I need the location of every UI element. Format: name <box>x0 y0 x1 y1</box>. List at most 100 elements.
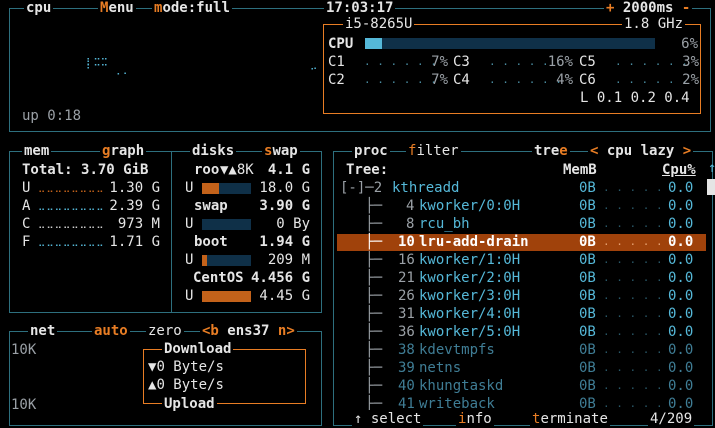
graph-toggle[interactable]: graph <box>100 142 147 160</box>
process-pid: 16 <box>398 252 415 268</box>
process-name: kworker/1:0H <box>419 252 521 268</box>
core-label: C5 <box>579 54 596 70</box>
process-cpu: 0.0 <box>668 270 694 286</box>
process-cpu: 0.0 <box>668 306 694 322</box>
process-mem: 0B <box>579 216 596 232</box>
download-rate: ▼0 Byte/s <box>148 359 224 375</box>
cpu-mini-graph-right: ⢀ ⠁ <box>310 59 318 79</box>
process-cpu-graph: . . . . . <box>603 253 663 266</box>
process-name: khungtaskd <box>419 378 504 394</box>
upload-label: Upload <box>162 395 217 413</box>
mem-meter: ⣀⣀⣀⣀⣀⣀⣀⣀ <box>38 200 105 211</box>
mem-row-key: A <box>22 198 31 214</box>
terminate-button[interactable]: terminate <box>530 410 610 428</box>
process-pid: 36 <box>398 324 415 340</box>
process-cpu-graph: . . . . . <box>603 379 663 392</box>
process-mem: 0B <box>579 360 596 376</box>
mode-selector[interactable]: mode:full <box>152 0 232 17</box>
net-auto-toggle[interactable]: auto <box>92 322 130 340</box>
process-cpu: 0.0 <box>668 234 694 250</box>
core-pct: 3% <box>682 54 699 70</box>
filter-button[interactable]: filter <box>406 142 461 160</box>
disks-title: disks <box>190 142 237 160</box>
disk-used-value: 209 M <box>267 252 310 268</box>
process-cpu-graph: . . . . . <box>603 235 663 248</box>
core-label: C4 <box>453 72 470 88</box>
mem-row-key: U <box>22 180 31 196</box>
col-mem-header[interactable]: MemB <box>563 161 597 179</box>
process-cpu: 0.0 <box>668 342 694 358</box>
mem-row-value: 1.30 G <box>109 180 160 196</box>
cpu-total-pct: 6% <box>681 36 698 52</box>
process-cpu: 0.0 <box>668 324 694 340</box>
select-hint[interactable]: ↑ select <box>352 410 424 428</box>
disk-used-bar <box>202 183 251 194</box>
process-mem: 0B <box>579 270 596 286</box>
process-pid: 8 <box>406 216 415 232</box>
download-label: Download <box>162 340 234 358</box>
proc-title: proc <box>352 142 390 160</box>
col-tree-header[interactable]: Tree: <box>346 161 388 179</box>
tree-branch: ├─ <box>340 234 383 250</box>
tree-branch: ├─ <box>340 342 383 358</box>
disk-total: 4.456 G <box>250 270 310 286</box>
process-name: rcu_bh <box>419 216 470 232</box>
info-button[interactable]: info <box>456 410 494 428</box>
process-mem: 0B <box>579 378 596 394</box>
disk-total: 1.94 G <box>259 234 310 250</box>
core-pct: 16% <box>547 54 573 70</box>
tree-branch: ├─ <box>340 306 383 322</box>
scroll-up-icon[interactable]: ↑ <box>708 159 715 177</box>
cpu-mini-graph: ⡆⠒⠒ ⠃⠉⠉ ⢀ ⠁ <box>86 55 128 84</box>
tree-branch: ├─ <box>340 360 383 376</box>
swap-toggle[interactable]: swap <box>262 142 300 160</box>
cpu-total-label: CPU <box>328 36 354 52</box>
net-interface-selector[interactable]: <b ens37 n> <box>200 322 297 340</box>
scrollbar-thumb[interactable] <box>707 179 715 195</box>
cpu-total-bar <box>365 38 655 49</box>
process-pid: 26 <box>398 288 415 304</box>
process-cpu: 0.0 <box>668 198 694 214</box>
tree-branch: ├─ <box>340 288 383 304</box>
process-mem: 0B <box>579 234 596 250</box>
disk-name: swap <box>194 198 228 214</box>
process-name: kworker/4:0H <box>419 306 521 322</box>
disk-used-label: U <box>185 288 194 304</box>
process-mem: 0B <box>579 324 596 340</box>
core-label: C2 <box>328 72 345 88</box>
cpu-frequency: 1.8 GHz <box>622 15 686 33</box>
sort-selector[interactable]: < cpu lazy > <box>588 142 694 160</box>
core-pct: 2% <box>682 72 699 88</box>
process-cpu: 0.0 <box>668 288 694 304</box>
process-pid: 21 <box>398 270 415 286</box>
menu-button[interactable]: Menu <box>98 0 136 17</box>
core-label: C6 <box>579 72 596 88</box>
net-scale-bottom: 10K <box>11 397 37 413</box>
process-pid: 40 <box>398 378 415 394</box>
col-cpu-header[interactable]: Cpu% <box>662 161 696 179</box>
sort-prev-icon: < <box>590 143 599 159</box>
tree-toggle[interactable]: tree <box>532 142 570 160</box>
load-average: L 0.1 0.2 0.4 <box>580 90 690 106</box>
mem-row-value: 973 M <box>117 216 160 232</box>
disk-used-label: U <box>185 216 194 232</box>
process-mem: 0B <box>579 342 596 358</box>
disk-name: roo <box>194 162 220 178</box>
tree-branch: ├─ <box>340 270 383 286</box>
net-zero-toggle[interactable]: zero <box>146 322 184 340</box>
process-name: netns <box>419 360 462 376</box>
mem-row-value: 2.39 G <box>109 198 160 214</box>
process-cpu: 0.0 <box>668 360 694 376</box>
disk-io-icon: ▼▲8K <box>220 162 254 178</box>
disk-name: CentOS <box>193 270 244 286</box>
process-cpu: 0.0 <box>668 216 694 232</box>
process-name: kthreadd <box>392 180 460 196</box>
tree-branch: ├─ <box>340 378 383 394</box>
sort-next-icon: > <box>682 143 692 159</box>
disk-used-value: 4.45 G <box>259 288 310 304</box>
process-cpu-graph: . . . . . <box>603 181 663 194</box>
process-cpu-graph: . . . . . <box>603 325 663 338</box>
tree-branch: [-]─2 <box>340 180 383 196</box>
core-label: C1 <box>328 54 345 70</box>
process-pid: 10 <box>398 234 415 250</box>
